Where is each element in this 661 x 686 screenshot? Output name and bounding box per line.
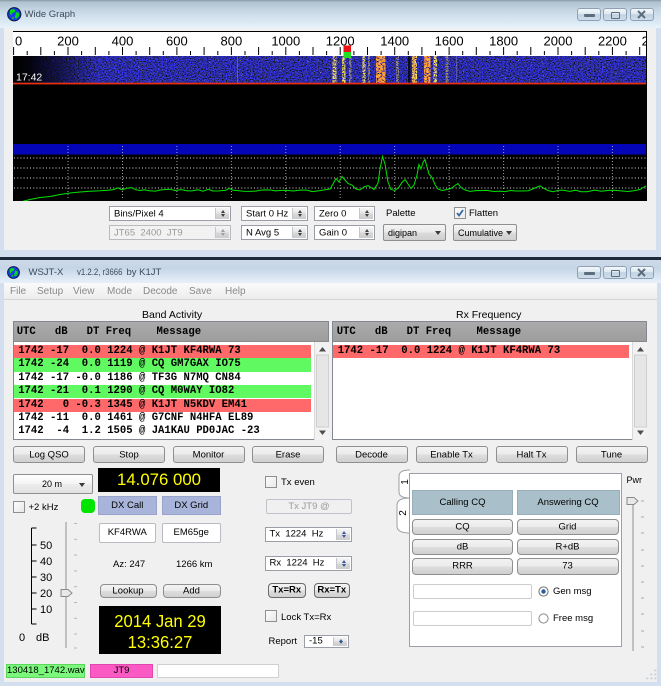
svg-text:20: 20	[40, 588, 52, 600]
svg-text:600: 600	[166, 34, 188, 49]
svg-text:10: 10	[40, 604, 52, 616]
svg-text:1600: 1600	[435, 34, 464, 49]
svg-text:30: 30	[40, 572, 52, 584]
svg-text:1800: 1800	[489, 34, 518, 49]
svg-text:dB: dB	[36, 632, 49, 644]
svg-text:0: 0	[19, 632, 25, 644]
svg-text:40: 40	[40, 556, 52, 568]
svg-text:800: 800	[221, 34, 243, 49]
svg-text:1400: 1400	[380, 34, 409, 49]
svg-text:400: 400	[112, 34, 134, 49]
svg-text:2200: 2200	[598, 34, 627, 49]
svg-text:0: 0	[15, 34, 22, 49]
svg-text:17:42: 17:42	[16, 71, 42, 83]
svg-text:2: 2	[398, 510, 409, 516]
svg-text:2400: 2400	[642, 34, 647, 49]
svg-text:2000: 2000	[544, 34, 573, 49]
svg-text:50: 50	[40, 540, 52, 552]
svg-text:200: 200	[57, 34, 79, 49]
svg-text:1000: 1000	[271, 34, 300, 49]
